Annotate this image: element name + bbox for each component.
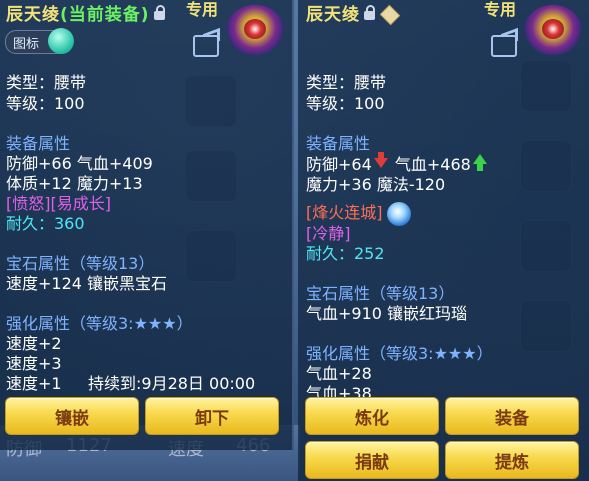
toggle-knob-icon <box>48 28 74 54</box>
icon-toggle[interactable]: 图标 <box>5 28 74 54</box>
inlay-button[interactable]: 镶嵌 <box>5 397 139 435</box>
level-line: 等级：100 <box>6 94 85 113</box>
equip-button[interactable]: 装备 <box>445 397 579 435</box>
refine-button[interactable]: 炼化 <box>305 397 439 435</box>
share-icon[interactable] <box>491 35 517 57</box>
decrease-arrow-icon <box>373 152 388 168</box>
durability: 耐久：252 <box>306 244 385 263</box>
equipped-tag: (当前装备) <box>60 5 150 25</box>
gem-line: 速度+124 镶嵌黑宝石 <box>6 274 168 293</box>
special-label: 专用 <box>186 0 219 19</box>
icon-toggle-label: 图标 <box>13 37 40 52</box>
item-emblem-icon <box>226 5 284 55</box>
enhance-line: 速度+1 <box>6 374 62 393</box>
share-icon[interactable] <box>193 35 219 57</box>
item-name: 辰天绫 <box>6 5 60 25</box>
equip-badge-icon <box>379 4 401 26</box>
increase-arrow-icon <box>472 154 487 171</box>
durability: 耐久：360 <box>6 214 85 233</box>
item-emblem-icon <box>524 5 582 55</box>
enhance-duration: 持续到:9月28日 00:00 <box>88 374 256 393</box>
lock-icon <box>153 4 165 20</box>
donate-button[interactable]: 捐献 <box>305 441 439 479</box>
compare-item-panel: 辰天绫 专用 类型：腰带 等级：100 装备属性 防御+64 气血+468 魔力… <box>298 0 589 481</box>
extract-button[interactable]: 提炼 <box>445 441 579 479</box>
level-line: 等级：100 <box>306 94 385 113</box>
gem-line: 气血+910 镶嵌红玛瑙 <box>306 304 468 323</box>
current-item-panel: 辰天绫(当前装备) 专用 图标 类型：腰带 等级：100 装备属性 防御+66 … <box>0 0 294 450</box>
item-title: 辰天绫 <box>306 0 401 26</box>
special-label: 专用 <box>484 0 517 19</box>
attr-line: 魔力+36 魔法-120 <box>306 175 446 194</box>
item-title: 辰天绫(当前装备) <box>6 0 165 25</box>
skill-icon[interactable] <box>386 201 411 226</box>
unequip-button[interactable]: 卸下 <box>145 397 279 435</box>
lock-icon <box>364 4 375 20</box>
item-name: 辰天绫 <box>306 5 360 25</box>
